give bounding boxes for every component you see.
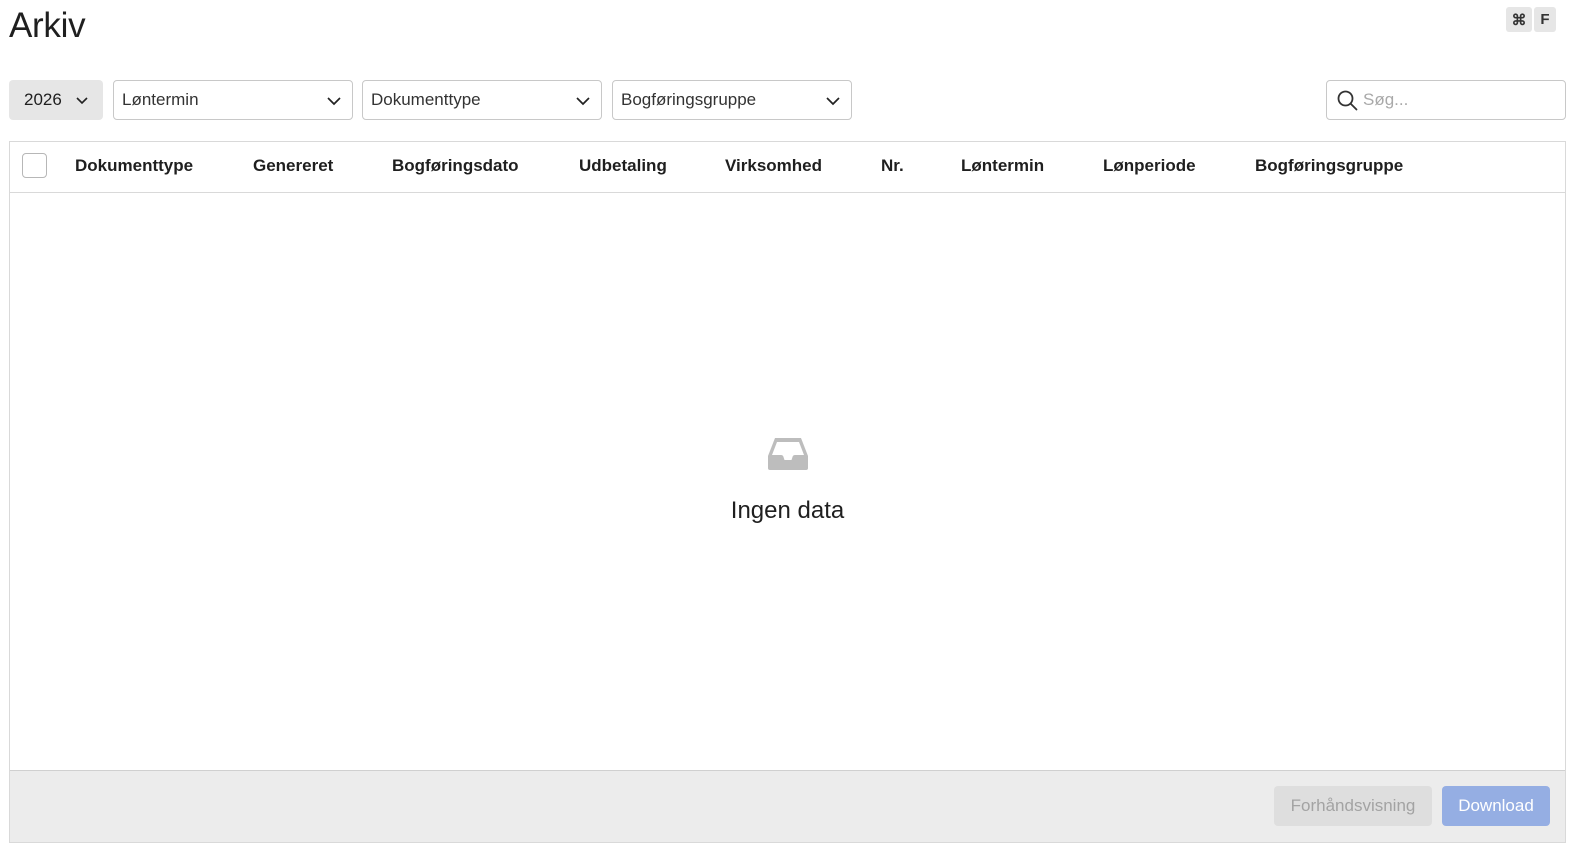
filter-bogfoeringsgruppe[interactable]: Bogføringsgruppe [612,80,852,120]
column-header-dokumenttype[interactable]: Dokumenttype [75,156,193,176]
chevron-down-icon [326,93,342,114]
column-header-bogfoeringsdato[interactable]: Bogføringsdato [392,156,519,176]
shortcut-key: F [1534,7,1556,32]
preview-button[interactable]: Forhåndsvisning [1274,786,1432,826]
column-header-virksomhed[interactable]: Virksomhed [725,156,822,176]
filter-loentermin[interactable]: Løntermin [113,80,353,120]
column-header-udbetaling[interactable]: Udbetaling [579,156,667,176]
archive-table: Dokumenttype Genereret Bogføringsdato Ud… [9,141,1566,843]
empty-state-text: Ingen data [730,497,845,524]
table-footer: Forhåndsvisning Download [10,770,1565,842]
column-header-loentermin[interactable]: Løntermin [961,156,1044,176]
chevron-down-icon [575,93,591,114]
filter-label: Dokumenttype [371,90,481,109]
search-input[interactable] [1363,89,1493,111]
search-icon [1337,90,1358,116]
column-header-bogfoeringsgruppe[interactable]: Bogføringsgruppe [1255,156,1403,176]
column-header-genereret[interactable]: Genereret [253,156,333,176]
column-header-loenperiode[interactable]: Lønperiode [1103,156,1196,176]
inbox-icon [766,436,810,477]
year-select[interactable]: 2026 [9,80,103,120]
search-box[interactable] [1326,80,1566,120]
shortcut-modifier-key: ⌘ [1506,7,1532,32]
page-title: Arkiv [9,6,86,45]
select-all-checkbox[interactable] [22,153,47,178]
filter-label: Bogføringsgruppe [621,90,757,109]
filter-label: Løntermin [122,90,199,109]
empty-state: Ingen data [10,436,1565,525]
chevron-down-icon [825,93,841,114]
chevron-down-icon [75,92,89,112]
table-header: Dokumenttype Genereret Bogføringsdato Ud… [10,142,1565,193]
year-value: 2026 [24,90,62,109]
column-header-nr[interactable]: Nr. [881,156,904,176]
download-button[interactable]: Download [1442,786,1550,826]
filter-dokumenttype[interactable]: Dokumenttype [362,80,602,120]
